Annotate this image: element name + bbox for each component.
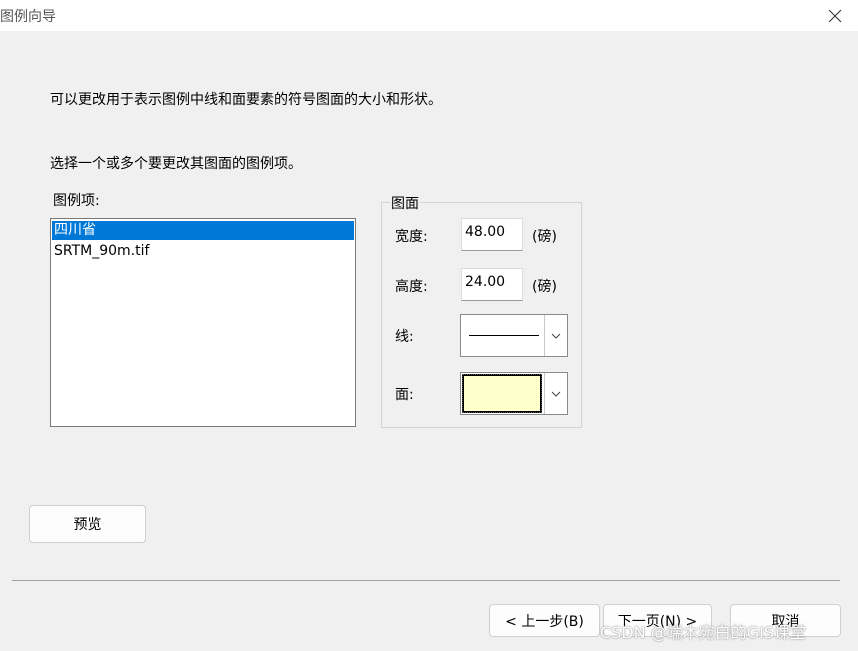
area-label: 面: <box>395 387 414 403</box>
height-input[interactable]: 24.00 <box>461 268 523 301</box>
line-label: 线: <box>395 329 414 345</box>
select-instruction-text: 选择一个或多个要更改其图面的图例项。 <box>50 156 302 172</box>
line-patch-preview <box>469 335 539 336</box>
line-patch-combo[interactable] <box>460 314 568 357</box>
area-dropdown-button[interactable] <box>544 373 567 414</box>
height-unit: (磅) <box>532 279 557 295</box>
window-title: 图例向导 <box>0 9 56 25</box>
legend-items-label: 图例项: <box>53 193 100 209</box>
width-input[interactable]: 48.00 <box>461 218 523 251</box>
title-bar: 图例向导 <box>0 0 858 31</box>
area-patch-preview <box>462 374 542 413</box>
line-dropdown-button[interactable] <box>544 315 567 356</box>
back-button[interactable]: < 上一步(B) <box>489 604 600 637</box>
patch-group-title: 图面 <box>390 193 420 213</box>
width-unit: (磅) <box>532 229 557 245</box>
separator <box>12 580 840 581</box>
close-button[interactable] <box>812 0 858 31</box>
area-patch-combo[interactable] <box>460 372 568 415</box>
preview-button[interactable]: 预览 <box>29 505 146 543</box>
instruction-text: 可以更改用于表示图例中线和面要素的符号图面的大小和形状。 <box>50 92 442 108</box>
list-item[interactable]: SRTM_90m.tif <box>52 242 354 261</box>
height-label: 高度: <box>395 279 428 295</box>
width-label: 宽度: <box>395 229 428 245</box>
close-icon <box>828 9 842 22</box>
watermark: CSDN @端木宛白的GIS课堂 <box>600 623 806 642</box>
legend-items-list[interactable]: 四川省 SRTM_90m.tif <box>50 218 356 427</box>
list-item[interactable]: 四川省 <box>52 221 354 240</box>
chevron-down-icon <box>551 333 561 339</box>
chevron-down-icon <box>551 391 561 397</box>
